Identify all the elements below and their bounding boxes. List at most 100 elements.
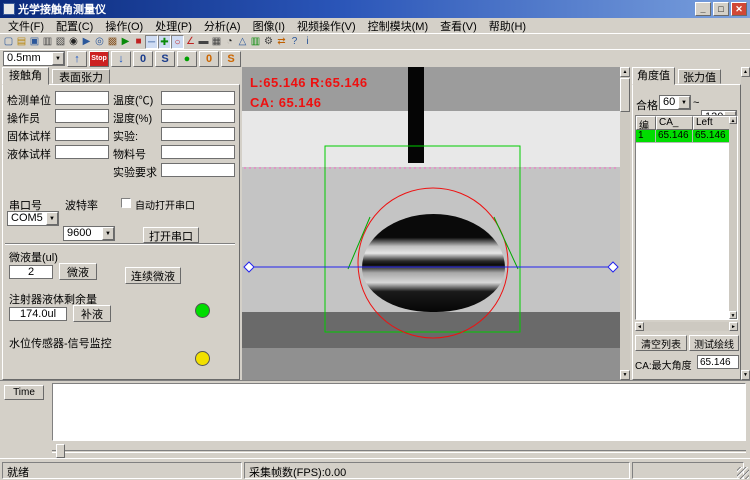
camera-icon[interactable]: ◉ [67,35,80,49]
set-position-button[interactable]: S [155,51,175,67]
zero-aux-button[interactable]: 0 [199,51,219,67]
stop-dispense-button[interactable]: Stop [89,51,109,67]
save-icon[interactable]: ▣ [28,35,41,49]
chevron-down-icon[interactable]: ▼ [678,96,690,109]
scroll-up-icon[interactable]: ▲ [741,67,750,77]
scroll-down-icon[interactable]: ▼ [741,370,750,380]
help-icon[interactable]: ? [288,35,301,49]
liquid-sample-input[interactable] [55,145,109,159]
range-low-select[interactable]: 60 ▼ [659,95,691,110]
auto-open-checkbox[interactable] [121,198,131,208]
continuous-dose-button[interactable]: 连续微液 [125,267,181,284]
maximize-button[interactable]: □ [713,2,729,16]
open-file-icon[interactable]: ▤ [15,35,28,49]
test-curve-button[interactable]: 测试绘线 [689,335,739,351]
menu-item-2[interactable]: 配置(C) [50,18,99,34]
solid-sample-input[interactable] [55,127,109,141]
snapshot-icon[interactable]: ◎ [93,35,106,49]
zoom-icon[interactable]: ◔ [223,35,236,49]
col-header-ca[interactable]: CA_ [656,116,693,130]
roi-rect[interactable] [325,146,520,332]
connect-icon[interactable]: ⇄ [275,35,288,49]
scroll-left-icon[interactable]: ◄ [635,322,644,331]
needle-down-button[interactable]: ↓ [111,51,131,67]
col-header-id[interactable]: 编号 [636,116,656,130]
humidity-input[interactable] [161,109,235,123]
fit-circle-icon[interactable]: ○ [171,35,184,49]
material-no-input[interactable] [161,145,235,159]
menu-item-3[interactable]: 操作(O) [99,18,149,34]
dose-button[interactable]: 微液 [59,263,97,280]
stop-icon[interactable]: ■ [132,35,145,49]
tab-angle-values[interactable]: 角度值 [632,67,675,85]
set-aux-button[interactable]: S [221,51,241,67]
close-button[interactable]: ✕ [731,2,747,16]
scroll-down-icon[interactable]: ▼ [729,311,737,319]
menu-item-7[interactable]: 视频操作(V) [291,18,362,34]
clear-list-button[interactable]: 清空列表 [635,335,687,351]
time-slider-thumb[interactable] [56,444,65,458]
open-serial-button[interactable]: 打开串口 [143,227,199,243]
experiment-input[interactable] [161,127,235,141]
menu-item-1[interactable]: 文件(F) [2,18,50,34]
play-icon[interactable]: ▶ [119,35,132,49]
max-angle-input[interactable] [697,355,739,369]
operator-input[interactable] [55,109,109,123]
chevron-down-icon[interactable]: ▼ [102,227,114,240]
tab-contact-angle[interactable]: 接触角 [2,67,49,85]
baud-rate-select[interactable]: 9600 ▼ [63,226,115,241]
scroll-up-icon[interactable]: ▲ [620,67,630,77]
table-row[interactable]: 165.14665.146 [636,130,731,143]
new-file-icon[interactable]: ▢ [2,35,15,49]
scroll-down-icon[interactable]: ▼ [620,370,630,380]
tab-surface-tension[interactable]: 表面张力 [52,69,110,84]
temperature-input[interactable] [161,91,235,105]
camera-scrollbar[interactable]: ▲ ▼ [620,67,630,380]
chevron-down-icon[interactable]: ▼ [46,212,58,225]
resize-grip[interactable] [737,467,749,479]
settings-icon[interactable]: ⚙ [262,35,275,49]
detect-unit-input[interactable] [55,91,109,105]
refill-button[interactable]: 补液 [73,305,111,322]
ruler-icon[interactable]: ▬ [197,35,210,49]
experiment-req-input[interactable] [161,163,235,177]
angle-icon[interactable]: ∠ [184,35,197,49]
table-icon[interactable]: ▥ [249,35,262,49]
menu-item-5[interactable]: 分析(A) [198,18,247,34]
col-header-left[interactable]: Left [693,116,731,130]
zero-position-button[interactable]: 0 [133,51,153,67]
image-icon[interactable]: ▩ [106,35,119,49]
baseline-handle-left[interactable] [244,262,254,272]
report-icon[interactable]: ▧ [54,35,67,49]
time-axis-button[interactable]: Time [4,385,44,400]
start-button[interactable]: ● [177,51,197,67]
video-icon[interactable]: ▶ [80,35,93,49]
menu-item-4[interactable]: 处理(P) [149,18,198,34]
baseline-handle-right[interactable] [608,262,618,272]
table-hscrollbar[interactable]: ◄ ► [635,322,738,331]
crosshair-icon[interactable]: ✚ [158,35,171,49]
table-vscrollbar[interactable]: ▲ ▼ [729,116,737,319]
time-slider-track[interactable] [52,450,746,453]
menu-item-8[interactable]: 控制模块(M) [362,18,435,34]
needle-up-button[interactable]: ↑ [67,51,87,67]
menu-item-6[interactable]: 图像(I) [247,18,291,34]
chart-icon[interactable]: △ [236,35,249,49]
tab-tension-values[interactable]: 张力值 [678,69,721,84]
minimize-button[interactable]: _ [695,2,711,16]
right-panel-scrollbar[interactable]: ▲ ▼ [741,67,750,380]
micro-volume-input[interactable] [9,265,53,279]
scrollbar-thumb[interactable] [620,78,630,112]
chevron-down-icon[interactable]: ▼ [52,52,64,65]
info-icon[interactable]: i [301,35,314,49]
scale-combobox[interactable]: 0.5mm ▼ [3,51,65,66]
baseline-icon[interactable]: ─ [145,35,158,49]
menu-item-9[interactable]: 查看(V) [434,18,483,34]
grid-icon[interactable]: ▦ [210,35,223,49]
print-icon[interactable]: ▥ [41,35,54,49]
menu-item-10[interactable]: 帮助(H) [483,18,532,34]
scroll-up-icon[interactable]: ▲ [729,116,737,124]
scroll-right-icon[interactable]: ► [729,322,738,331]
syringe-remain-input[interactable] [9,307,67,321]
serial-port-select[interactable]: COM5 ▼ [7,211,59,226]
